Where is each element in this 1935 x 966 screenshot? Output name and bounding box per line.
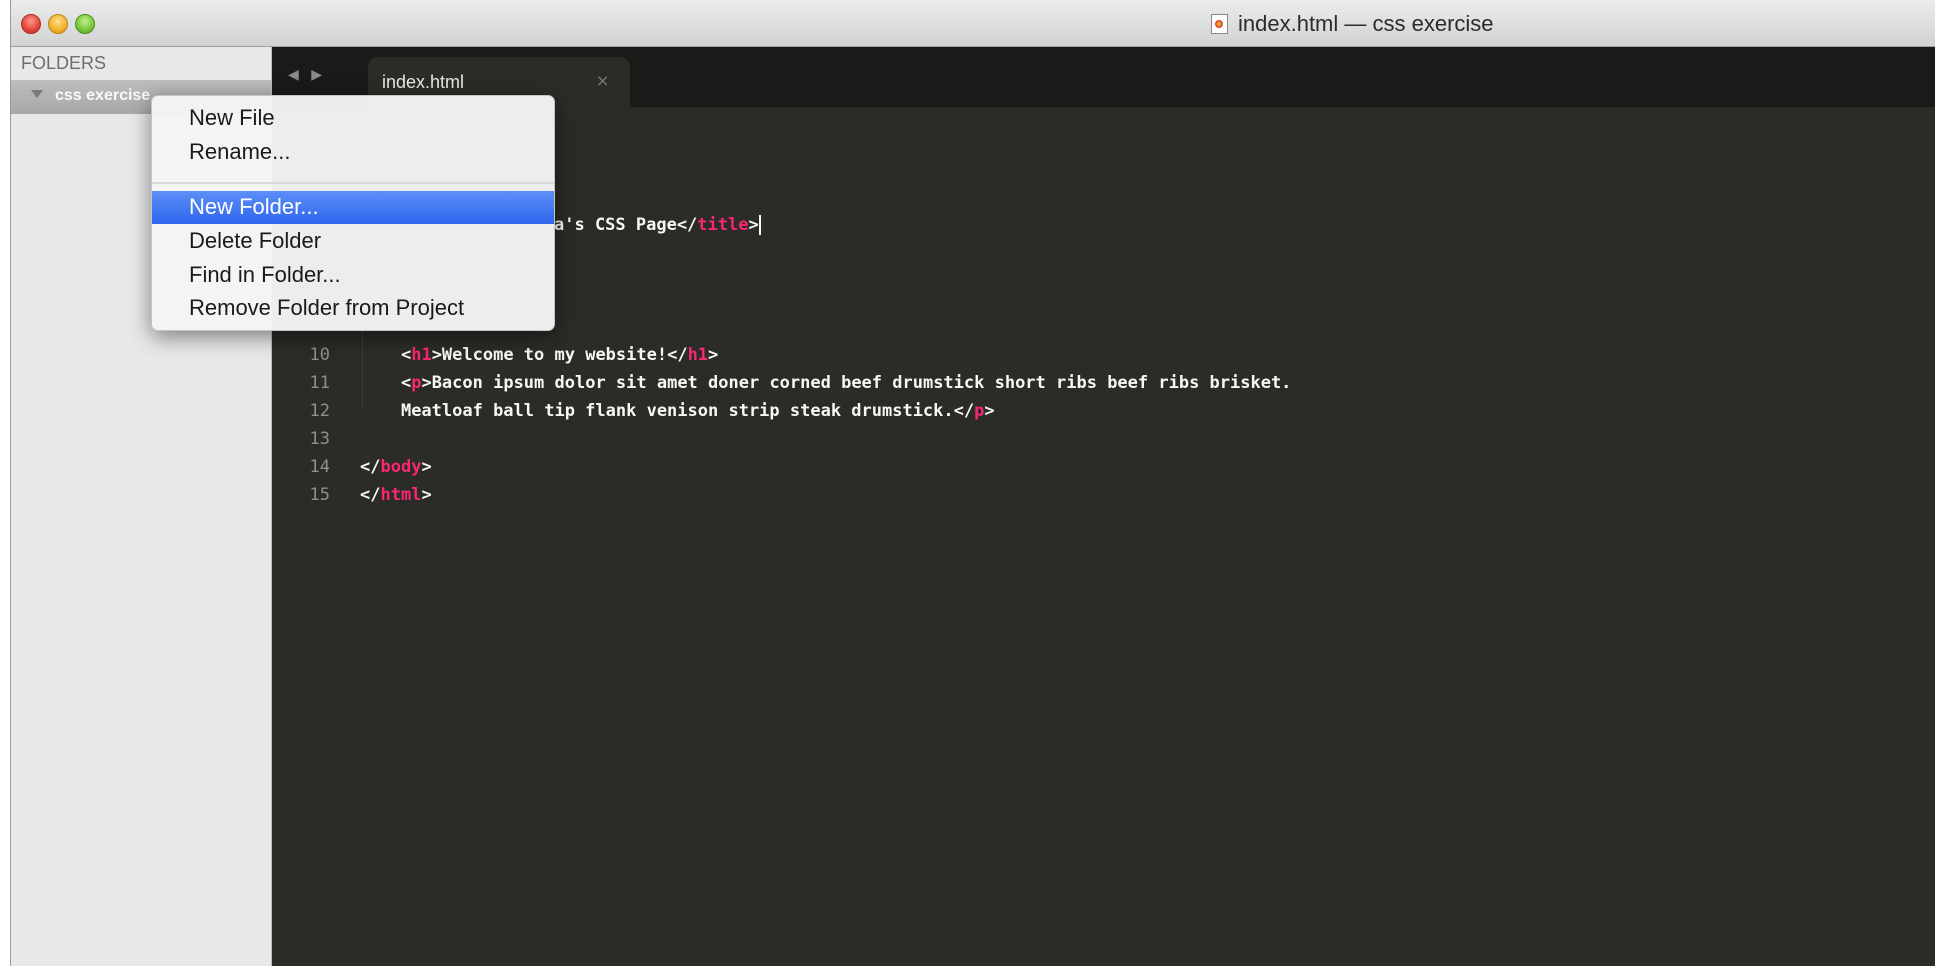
line-number: 14 (309, 457, 330, 477)
editor-window: index.html — css exercise FOLDERS css ex… (10, 0, 1935, 966)
menu-item-new-folder[interactable]: New Folder... (152, 191, 554, 224)
tab-navigation-arrows-icon[interactable]: ◀ ▶ (288, 67, 326, 83)
line-number: 12 (309, 401, 330, 421)
text-cursor (758, 215, 761, 235)
close-tab-icon[interactable]: × (596, 71, 609, 90)
folders-header: FOLDERS (21, 53, 107, 73)
code-text: </body> (360, 457, 432, 477)
menu-item-delete-folder[interactable]: Delete Folder (152, 225, 554, 258)
code-text: a's CSS Page</title> (554, 215, 761, 235)
line-number: 10 (309, 345, 330, 365)
menu-item-new-file[interactable]: New File (152, 102, 554, 135)
code-line: 12 Meatloaf ball tip flank venison strip… (272, 401, 1872, 429)
disclosure-triangle-icon[interactable] (31, 90, 43, 98)
line-number: 13 (309, 429, 330, 449)
folder-label: css exercise (55, 87, 151, 104)
window-title: index.html — css exercise (1211, 11, 1494, 36)
line-number: 11 (309, 373, 330, 393)
code-line: 13 (272, 429, 1872, 457)
code-line: 14 </body> (272, 457, 1872, 485)
close-window-button[interactable] (21, 14, 41, 34)
code-text: Meatloaf ball tip flank venison strip st… (400, 401, 995, 421)
zoom-window-button[interactable] (75, 14, 95, 34)
minimize-window-button[interactable] (48, 14, 68, 34)
context-menu: New File Rename... New Folder... Delete … (151, 95, 555, 331)
code-text: </html> (360, 485, 432, 505)
menu-item-rename[interactable]: Rename... (152, 136, 554, 169)
html-document-icon (1211, 14, 1228, 34)
code-line: 11 <p>Bacon ipsum dolor sit amet doner c… (272, 373, 1872, 401)
code-text: <p>Bacon ipsum dolor sit amet doner corn… (400, 373, 1292, 393)
window-title-text: index.html — css exercise (1238, 11, 1494, 36)
line-number: 15 (309, 485, 330, 505)
code-line: 10 <h1>Welcome to my website!</h1> (272, 345, 1872, 373)
menu-item-remove-folder-from-project[interactable]: Remove Folder from Project (152, 292, 554, 325)
code-line: 15 </html> (272, 485, 1872, 513)
menu-item-find-in-folder[interactable]: Find in Folder... (152, 259, 554, 292)
tab-label: index.html (382, 72, 465, 92)
code-text: <h1>Welcome to my website!</h1> (400, 345, 719, 365)
menu-separator (152, 182, 554, 184)
title-bar: index.html — css exercise (11, 0, 1935, 47)
